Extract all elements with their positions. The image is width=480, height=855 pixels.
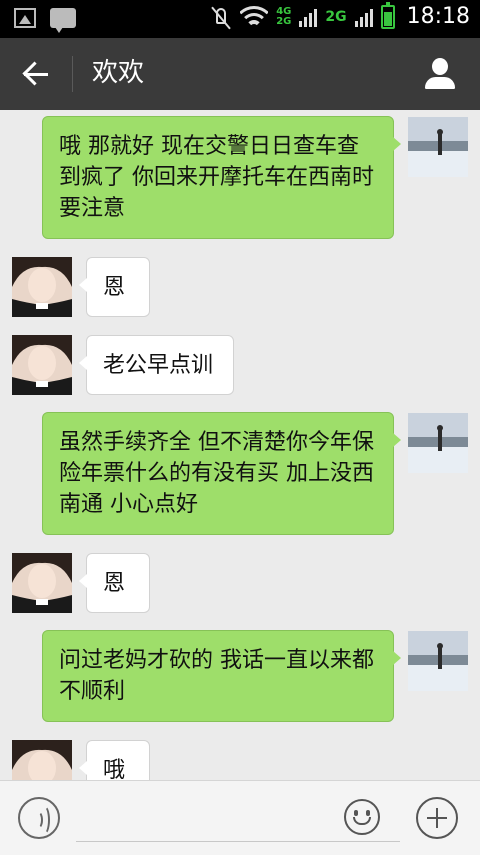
my-avatar[interactable] bbox=[408, 631, 468, 691]
message-bubble[interactable]: 恩 bbox=[79, 257, 150, 317]
contact-avatar[interactable] bbox=[12, 257, 72, 317]
contact-avatar[interactable] bbox=[12, 553, 72, 613]
message-bubble[interactable]: 哦 那就好 现在交警日日查车查到疯了 你回来开摩托车在西南时要注意 bbox=[42, 116, 401, 239]
contact-avatar[interactable] bbox=[12, 740, 72, 780]
status-bar: 4G 2G 2G 18:18 bbox=[0, 0, 480, 38]
mute-icon bbox=[210, 5, 232, 29]
signal-icon bbox=[299, 7, 318, 27]
message-bubble[interactable]: 哦 bbox=[79, 740, 150, 780]
chat-area[interactable]: 哦 那就好 现在交警日日查车查到疯了 你回来开摩托车在西南时要注意 恩 老公早点… bbox=[0, 110, 480, 780]
network-4g-label: 4G bbox=[276, 5, 292, 17]
title-bar: 欢欢 bbox=[0, 38, 480, 110]
message-bubble[interactable]: 问过老妈才砍的 我话一直以来都不顺利 bbox=[42, 630, 401, 722]
message-notification-icon bbox=[50, 8, 76, 33]
clock: 18:18 bbox=[406, 4, 470, 29]
contact-avatar[interactable] bbox=[12, 335, 72, 395]
plus-icon[interactable] bbox=[416, 797, 458, 839]
profile-icon[interactable] bbox=[422, 56, 458, 92]
input-bar bbox=[0, 780, 480, 855]
title-divider bbox=[72, 56, 73, 92]
back-arrow-icon[interactable] bbox=[20, 58, 54, 90]
message-bubble[interactable]: 虽然手续齐全 但不清楚你今年保险年票什么的有没有买 加上没西南通 小心点好 bbox=[42, 412, 401, 535]
network-2g-small-label: 2G bbox=[276, 15, 292, 27]
message-bubble[interactable]: 老公早点训 bbox=[79, 335, 234, 395]
my-avatar[interactable] bbox=[408, 117, 468, 177]
my-avatar[interactable] bbox=[408, 413, 468, 473]
voice-icon[interactable] bbox=[18, 797, 60, 839]
message-bubble[interactable]: 恩 bbox=[79, 553, 150, 613]
smiley-icon[interactable] bbox=[344, 799, 380, 835]
chat-title: 欢欢 bbox=[92, 58, 145, 88]
network-2g-label: 2G bbox=[325, 8, 347, 25]
gallery-notification-icon bbox=[14, 8, 36, 28]
battery-icon bbox=[380, 1, 395, 29]
wifi-icon bbox=[240, 5, 269, 28]
signal-2-icon bbox=[354, 7, 373, 27]
